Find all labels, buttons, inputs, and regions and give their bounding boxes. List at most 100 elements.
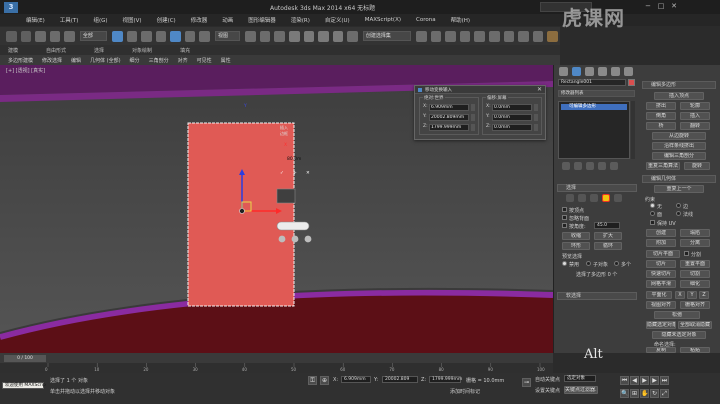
absolute-z-input[interactable]: 1799.999mm	[429, 124, 469, 131]
zoom-all-icon[interactable]: ⊞	[630, 389, 639, 398]
object-color-swatch[interactable]	[628, 79, 635, 86]
named-selection-dropdown[interactable]: 创建选择集	[362, 31, 412, 41]
make-unique-icon[interactable]	[586, 162, 594, 170]
ribbon-geometry-all[interactable]: 几何体 (全部)	[90, 57, 121, 64]
edit-named-selection-icon[interactable]	[347, 30, 358, 42]
preview-off-radio[interactable]	[562, 261, 567, 266]
repeat-last-button[interactable]: 重复上一个	[654, 185, 704, 193]
object-name-input[interactable]: Rectangle001	[558, 79, 626, 86]
loop-button[interactable]: 循环	[594, 242, 622, 250]
menu-help[interactable]: 帮助(H)	[451, 16, 470, 24]
viewport-label[interactable]: [+] [透视] [真实]	[6, 67, 45, 74]
keyframe-icon[interactable]: ⊸	[522, 378, 531, 387]
ribbon-modify-selection[interactable]: 修改选择	[42, 57, 62, 64]
bridge-button[interactable]: 桥	[646, 122, 676, 130]
menu-corona[interactable]: Corona	[416, 17, 436, 23]
cut-button[interactable]: 切割	[680, 270, 710, 278]
create-tab-icon[interactable]	[559, 67, 568, 76]
menu-graph-editors[interactable]: 图形编辑器	[248, 16, 276, 24]
unlink-icon[interactable]	[49, 30, 61, 42]
constraint-face-radio[interactable]	[650, 211, 655, 216]
pan-icon[interactable]: ✋	[640, 389, 649, 398]
time-slider[interactable]	[0, 353, 553, 363]
tessellate-button[interactable]: 细化	[680, 280, 710, 288]
copy-button[interactable]: 复制	[646, 347, 676, 353]
caddy-confirm-apply[interactable]	[291, 235, 299, 243]
curve-editor-icon[interactable]	[474, 30, 485, 42]
absolute-z-spinner[interactable]	[471, 124, 475, 131]
keyboard-shortcut-icon[interactable]	[274, 30, 285, 42]
offset-y-spinner[interactable]	[534, 114, 538, 121]
angle-input[interactable]: 45.0	[594, 222, 620, 229]
redo-icon[interactable]	[20, 30, 32, 42]
select-scale-icon[interactable]	[199, 30, 211, 42]
utilities-tab-icon[interactable]	[624, 67, 633, 76]
edit-geometry-rollout-header[interactable]: 编辑几何体	[642, 175, 716, 183]
ribbon-toggle-icon[interactable]	[459, 30, 471, 42]
by-angle-checkbox[interactable]	[562, 223, 567, 228]
preview-multi-radio[interactable]	[614, 261, 619, 266]
render-icon[interactable]	[547, 30, 558, 42]
slice-plane-button[interactable]: 切片平面	[646, 250, 680, 258]
ring-button[interactable]: 环形	[562, 242, 590, 250]
select-by-name-icon[interactable]	[126, 30, 138, 42]
schematic-view-icon[interactable]	[488, 30, 500, 42]
previous-frame-icon[interactable]: ◀	[630, 376, 639, 385]
y-coordinate-input[interactable]: 20002.809	[382, 376, 418, 383]
hierarchy-tab-icon[interactable]	[585, 67, 594, 76]
absolute-y-input[interactable]: 20002.809mm	[429, 114, 469, 121]
render-setup-icon[interactable]	[518, 30, 529, 42]
key-mode-dropdown[interactable]: 选定对象	[564, 375, 596, 382]
caddy-confirm-cancel[interactable]	[304, 235, 312, 243]
retriangulate-button[interactable]: 重复三角算法	[646, 162, 680, 170]
quickslice-button[interactable]: 快速切片	[646, 270, 676, 278]
constraint-edge-radio[interactable]	[676, 203, 681, 208]
align-icon[interactable]	[430, 30, 442, 42]
slice-button[interactable]: 切片	[646, 260, 676, 268]
ribbon-tab-freeform[interactable]: 自由形式	[46, 47, 66, 54]
menu-group[interactable]: 组(G)	[93, 16, 107, 24]
time-slider-handle[interactable]: 0 / 100	[4, 355, 46, 362]
next-frame-icon[interactable]: ▶	[650, 376, 659, 385]
go-to-end-icon[interactable]: ⏭	[660, 376, 669, 385]
grid-align-button[interactable]: 栅格对齐	[680, 301, 710, 309]
planar-z-button[interactable]: Z	[699, 291, 709, 299]
caddy-confirm-ok[interactable]	[278, 235, 286, 243]
caddy-input-box[interactable]	[276, 221, 310, 231]
select-rotate-icon[interactable]	[184, 30, 196, 42]
gizmo-pivot[interactable]	[239, 208, 245, 214]
turn-button[interactable]: 旋转	[684, 162, 710, 170]
element-level-icon[interactable]	[614, 194, 622, 202]
ignore-backfacing-checkbox[interactable]	[562, 215, 567, 220]
layer-manager-icon[interactable]	[445, 30, 456, 42]
minimize-icon[interactable]: −	[643, 2, 653, 11]
manipulate-icon[interactable]	[259, 30, 271, 42]
planar-y-button[interactable]: Y	[687, 291, 697, 299]
pin-stack-icon[interactable]	[562, 162, 570, 170]
by-vertex-checkbox[interactable]	[562, 207, 567, 212]
trackbar[interactable]: 0 10 20 30 40 50 60 70 80 90 100	[0, 363, 553, 373]
offset-x-input[interactable]: 0.0mm	[492, 104, 532, 111]
detach-button[interactable]: 分离	[680, 239, 710, 247]
menu-maxscript[interactable]: MAXScript(X)	[365, 17, 401, 23]
offset-x-spinner[interactable]	[534, 104, 538, 111]
selected-rectangle[interactable]	[187, 122, 295, 307]
preview-subobject-radio[interactable]	[586, 261, 591, 266]
outline-button[interactable]: 轮廓	[680, 102, 710, 110]
key-filters-button[interactable]: 关键点过滤器...	[564, 386, 598, 394]
menu-customize[interactable]: 自定义(U)	[325, 16, 350, 24]
vertex-level-icon[interactable]	[566, 194, 574, 202]
paste-button[interactable]: 粘贴	[680, 347, 710, 353]
ribbon-visibility[interactable]: 可见性	[197, 57, 212, 64]
preserve-uvs-checkbox[interactable]	[650, 220, 655, 225]
display-tab-icon[interactable]	[611, 67, 620, 76]
extrude-button[interactable]: 挤出	[646, 102, 676, 110]
dialog-titlebar[interactable]: 移动变换输入 ✕	[415, 86, 545, 94]
rendered-frame-icon[interactable]	[532, 30, 544, 42]
pivot-center-icon[interactable]	[245, 30, 256, 42]
motion-tab-icon[interactable]	[598, 67, 607, 76]
percent-snap-icon[interactable]	[318, 30, 329, 42]
modifier-stack-scrollbar[interactable]	[631, 101, 635, 159]
offset-z-input[interactable]: 0.0mm	[492, 124, 532, 131]
maxscript-listener[interactable]: 欢迎使用 MAXScrip	[2, 382, 46, 389]
